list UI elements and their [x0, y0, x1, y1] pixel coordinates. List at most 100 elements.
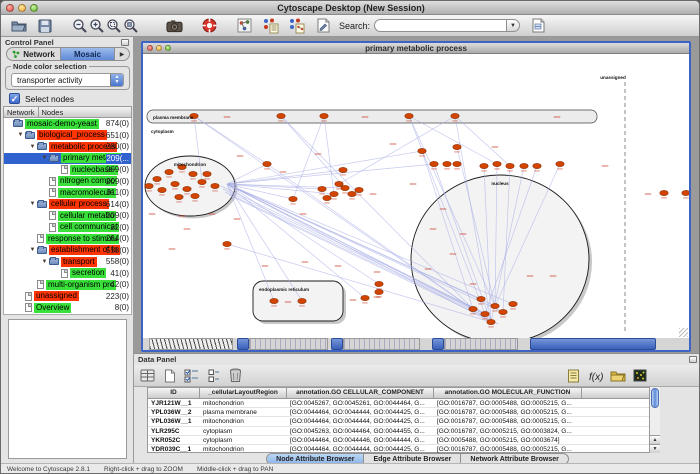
birdseye-view-panel[interactable]: [8, 319, 127, 459]
tree-row-node-count: 41(0): [110, 269, 129, 278]
import-attributes-icon[interactable]: [609, 367, 626, 384]
matrix-view-icon[interactable]: [631, 367, 648, 384]
search-input[interactable]: [374, 19, 506, 32]
vizmapper-icon[interactable]: [314, 17, 331, 34]
expand-arrow-icon[interactable]: ▼: [40, 259, 49, 265]
node-color-selection-label: Node color selection: [11, 62, 89, 71]
tree-row[interactable]: response to stimulu264(0): [4, 233, 131, 245]
search-dropdown-arrow[interactable]: ▼: [506, 19, 520, 32]
minimized-network-window[interactable]: [149, 338, 233, 350]
scroll-up-button[interactable]: ▲: [650, 435, 660, 444]
tree-row[interactable]: unassigned223(0): [4, 291, 131, 303]
table-row[interactable]: YPL036W__2plasma membrane[GO:0044464, GO…: [148, 408, 659, 417]
apply-layout-icon[interactable]: [262, 17, 279, 34]
save-session-icon[interactable]: [36, 17, 53, 34]
node-color-dropdown[interactable]: transporter activity ▲▼: [11, 73, 124, 87]
tab-mosaic[interactable]: Mosaic: [61, 48, 115, 60]
new-attribute-icon[interactable]: [161, 367, 178, 384]
file-icon: [37, 234, 44, 243]
window-titlebar[interactable]: Cytoscape Desktop (New Session): [1, 1, 700, 15]
expand-arrow-icon[interactable]: ▼: [28, 201, 37, 207]
table-row[interactable]: YKR052Ccytoplasm[GO:0044464, GO:0044446,…: [148, 436, 659, 445]
tree-column-nodes[interactable]: Nodes: [39, 107, 131, 117]
column-header[interactable]: _cellularLayoutRegion: [200, 388, 287, 399]
minimized-window-cap[interactable]: [237, 338, 249, 350]
tree-row[interactable]: ▼cellular process614(0): [4, 199, 131, 211]
tree-row[interactable]: nucleobase-209(0): [4, 164, 131, 176]
float-panel-icon[interactable]: [689, 356, 697, 363]
tree-row-label: cellular process: [49, 199, 109, 209]
expand-arrow-icon[interactable]: ▼: [16, 132, 25, 138]
tab-network[interactable]: Network: [7, 48, 61, 60]
help-icon[interactable]: [201, 17, 218, 34]
expand-arrow-icon[interactable]: ▼: [40, 155, 49, 161]
tree-column-network[interactable]: Network: [4, 107, 39, 117]
float-panel-icon[interactable]: [121, 39, 129, 46]
minimized-network-window[interactable]: [343, 338, 420, 350]
zoom-selected-region-icon[interactable]: [105, 17, 122, 34]
attribute-checklist-icon[interactable]: [183, 367, 200, 384]
open-session-icon[interactable]: [10, 17, 27, 34]
data-panel-toolbar: f(x): [134, 365, 700, 387]
expand-arrow-icon[interactable]: ▼: [28, 144, 37, 150]
table-row[interactable]: YJR121W__1mitochondrion[GO:0045267, GO:0…: [148, 399, 659, 408]
folder-icon: [37, 201, 47, 208]
unselect-attributes-icon[interactable]: [205, 367, 222, 384]
apply-spring-layout-icon[interactable]: [288, 17, 305, 34]
tree-row-label: mosaic-demo-yeast: [25, 119, 99, 129]
attribute-table-header: ID_cellularLayoutRegionannotation.GO CEL…: [148, 388, 659, 399]
minimized-network-window[interactable]: [249, 338, 328, 350]
tree-row[interactable]: ▼transport558(0): [4, 256, 131, 268]
zoom-in-icon[interactable]: [88, 17, 105, 34]
data-panel: Data Panel f(: [134, 353, 700, 463]
table-row[interactable]: YLR295Ccytoplasm[GO:0045263, GO:0044464,…: [148, 427, 659, 436]
tree-row-node-count: 22(0): [110, 223, 129, 232]
formula-icon[interactable]: f(x): [587, 367, 604, 384]
resize-grip[interactable]: [679, 328, 688, 337]
tree-row[interactable]: Overview8(0): [4, 302, 131, 314]
network-canvas[interactable]: plasma membranecytoplasmmitochondrionnuc…: [143, 54, 689, 338]
tree-row[interactable]: multi-organism pro42(0): [4, 279, 131, 291]
tree-row-node-count: 558(0): [106, 257, 129, 266]
tree-row[interactable]: nitrogen compo209(0): [4, 176, 131, 188]
tree-row[interactable]: mosaic-demo-yeast874(0): [4, 118, 131, 130]
overview-window-icon[interactable]: [236, 17, 253, 34]
tabs-overflow-button[interactable]: ▶: [115, 48, 129, 60]
table-scrollbar[interactable]: ▲ ▼: [649, 387, 660, 453]
select-nodes-checkbox[interactable]: ✓: [9, 93, 20, 104]
tree-row-node-count: 209(0): [106, 177, 129, 186]
minimized-window-cap[interactable]: [432, 338, 444, 350]
network-view-frame[interactable]: primary metabolic process plasma membran…: [141, 41, 691, 352]
tree-row[interactable]: cellular metabo209(0): [4, 210, 131, 222]
column-header[interactable]: annotation.GO MOLECULAR_FUNCTION: [434, 388, 582, 399]
tree-row[interactable]: ▼biological_process651(0): [4, 130, 131, 142]
delete-attribute-icon[interactable]: [227, 367, 244, 384]
attribute-search-icon[interactable]: [529, 17, 546, 34]
tree-row[interactable]: secretion41(0): [4, 268, 131, 280]
tree-row[interactable]: ▼metabolic process280(0): [4, 141, 131, 153]
column-header[interactable]: annotation.GO CELLULAR_COMPONENT: [287, 388, 434, 399]
tree-row[interactable]: macromolecule311(0): [4, 187, 131, 199]
tree-row[interactable]: ▼primary metabo209(...: [4, 153, 131, 165]
table-row[interactable]: YPL036W__1mitochondrion[GO:0044464, GO:0…: [148, 417, 659, 426]
zoom-fit-icon[interactable]: [122, 17, 139, 34]
network-view-titlebar[interactable]: primary metabolic process: [143, 43, 689, 54]
expand-arrow-icon[interactable]: ▼: [28, 247, 37, 253]
minimized-network-window[interactable]: [444, 338, 518, 350]
tree-row[interactable]: cell communicat22(0): [4, 222, 131, 234]
scroll-down-button[interactable]: ▼: [650, 444, 660, 453]
snapshot-icon[interactable]: [166, 17, 183, 34]
tree-row[interactable]: ▼establishment of lo558(0): [4, 245, 131, 257]
scrollbar-thumb[interactable]: [651, 388, 659, 408]
minimized-window-cap[interactable]: [331, 338, 343, 350]
minimized-window-bar[interactable]: [530, 338, 656, 350]
search-box: ▼: [374, 19, 520, 32]
status-pan-hint: Middle-click + drag to PAN: [197, 466, 273, 473]
zoom-out-icon[interactable]: [71, 17, 88, 34]
attribute-table[interactable]: ID_cellularLayoutRegionannotation.GO CEL…: [147, 387, 660, 453]
table-cell: [GO:0044464, GO:0044446, GO:0044444, G..…: [287, 436, 434, 444]
column-header[interactable]: ID: [148, 388, 200, 399]
notes-icon[interactable]: [565, 367, 582, 384]
select-attributes-icon[interactable]: [139, 367, 156, 384]
tree-row-node-count: 209(...: [106, 154, 129, 163]
